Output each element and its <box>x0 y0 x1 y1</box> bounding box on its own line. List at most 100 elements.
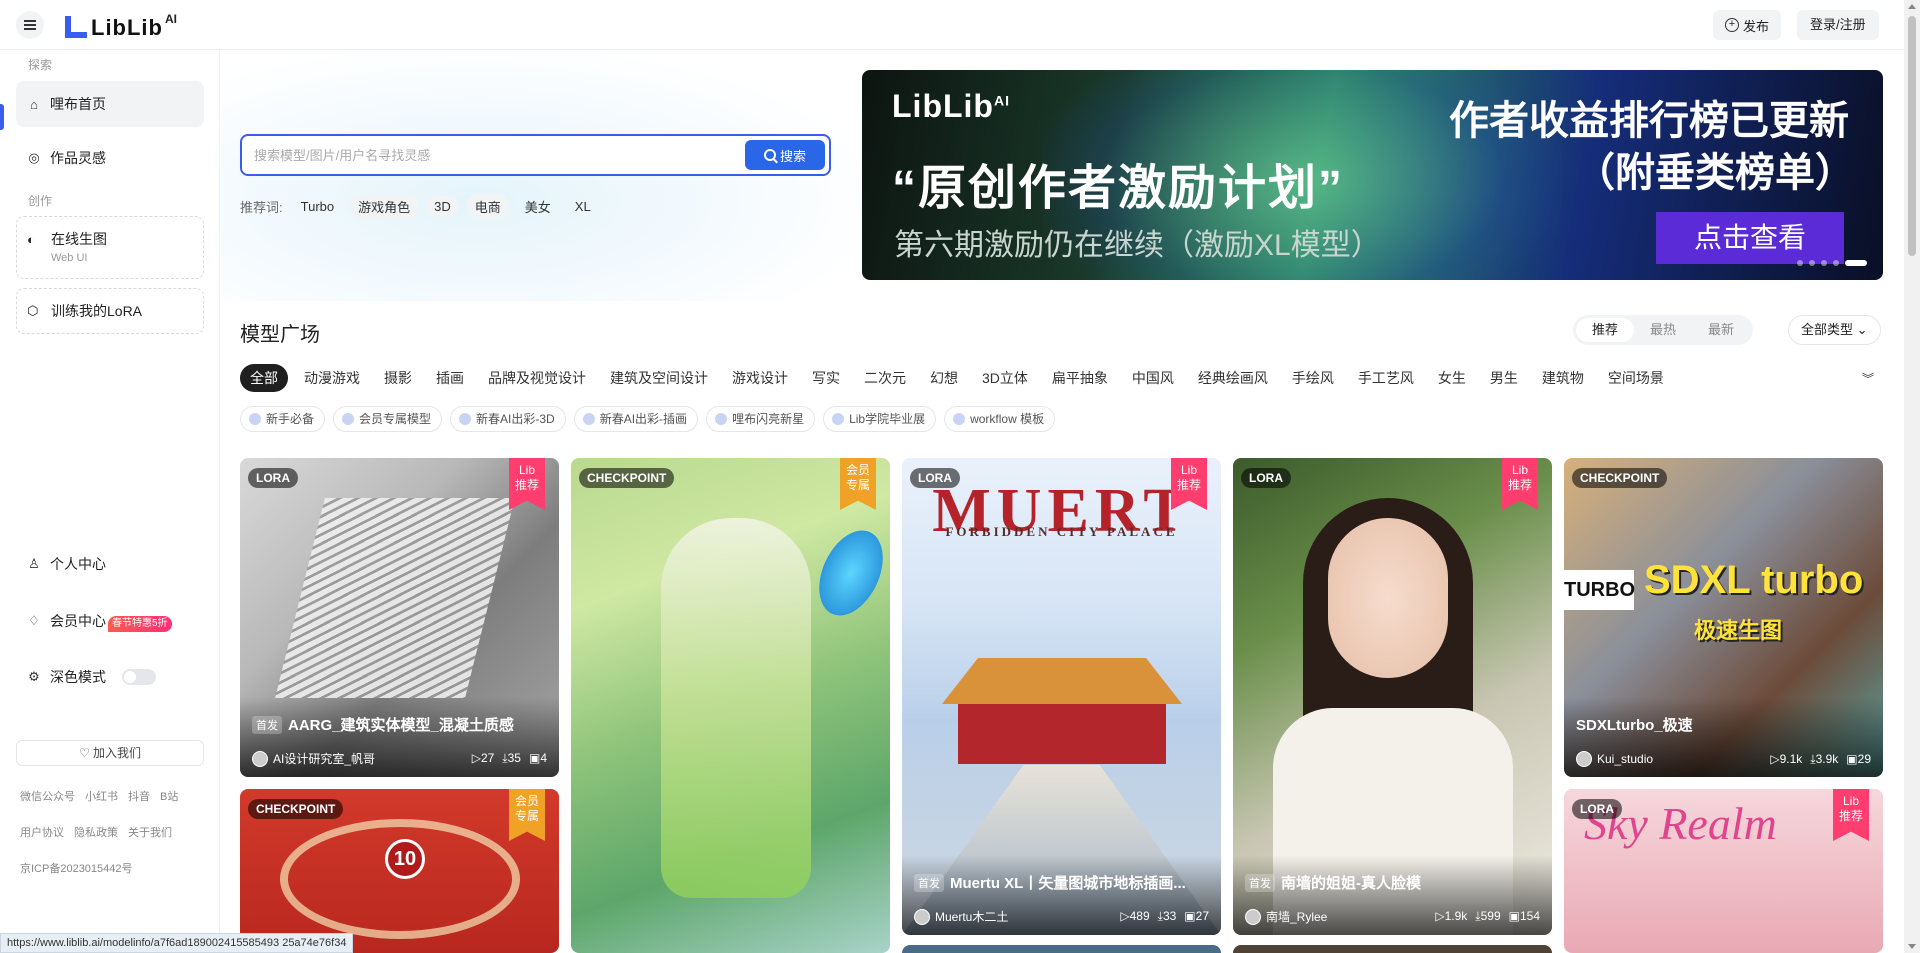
category-tab[interactable]: 男生 <box>1482 364 1526 392</box>
sidebar-item-home[interactable]: ⌂ 哩布首页 <box>16 81 204 127</box>
banner-dot[interactable] <box>1797 260 1803 266</box>
gear-icon: ⚙ <box>28 669 40 684</box>
card-author[interactable]: Muertu木二土 <box>935 908 1120 925</box>
logo[interactable]: LibLib AI <box>63 12 177 40</box>
feature-tag[interactable]: 新手必备 <box>240 406 326 432</box>
search-input[interactable] <box>254 145 734 165</box>
model-card[interactable] <box>902 945 1221 953</box>
model-card[interactable]: Sky Realm LORA Lib 推荐 <box>1564 789 1883 953</box>
section-explore: 探索 <box>28 58 53 72</box>
feature-tag[interactable]: 新春AI出彩-插画 <box>573 406 699 432</box>
footer-link[interactable]: 用户协议 <box>20 824 64 840</box>
scroll-up-icon[interactable] <box>1908 4 1916 9</box>
category-tab[interactable]: 幻想 <box>922 364 966 392</box>
first-release-badge: 首发 <box>1245 873 1275 892</box>
category-tab[interactable]: 动漫游戏 <box>296 364 368 392</box>
category-tab[interactable]: 建筑物 <box>1534 364 1592 392</box>
icp-link[interactable]: 京ICP备2023015442号 <box>20 860 133 876</box>
sort-hot[interactable]: 最热 <box>1634 318 1692 342</box>
banner-dot[interactable] <box>1809 260 1815 266</box>
sidebar-item-online-gen[interactable]: ◐ 在线生图 Web UI <box>16 216 204 279</box>
scroll-down-icon[interactable] <box>1908 944 1916 949</box>
model-card[interactable] <box>1233 945 1552 953</box>
model-card[interactable]: 10 CHECKPOINT 会员 专属 <box>240 789 559 953</box>
sidebar-item-profile[interactable]: ♙ 个人中心 <box>16 541 204 587</box>
banner-dot[interactable] <box>1821 260 1827 266</box>
footer-link[interactable]: B站 <box>160 788 178 804</box>
model-card[interactable]: MUERT FORBIDDEN CITY PALACE LORA Lib 推荐 … <box>902 458 1221 935</box>
scrollbar-thumb[interactable] <box>1908 16 1916 256</box>
sidebar-item-train-lora[interactable]: ⬡ 训练我的LoRA <box>16 288 204 334</box>
recommend-tag[interactable]: XL <box>567 196 599 217</box>
category-tab[interactable]: 中国风 <box>1124 364 1182 392</box>
card-author[interactable]: 南墙_Rylee <box>1266 908 1435 925</box>
recommend-tag[interactable]: 美女 <box>517 194 559 219</box>
category-tab[interactable]: 全部 <box>240 364 288 392</box>
sidebar-item-dark-mode: ⚙ 深色模式 <box>16 654 204 700</box>
feature-tag[interactable]: 新春AI出彩-3D <box>450 406 566 432</box>
promo-banner[interactable]: LibLibAI “原创作者激励计划” 第六期激励仍在继续（激励XL模型） 作者… <box>862 70 1883 280</box>
scrollbar[interactable] <box>1904 0 1920 953</box>
search-button[interactable]: 搜索 <box>745 140 825 170</box>
sidebar-item-inspiration[interactable]: ◎ 作品灵感 <box>16 135 204 181</box>
dark-mode-toggle[interactable] <box>122 669 156 685</box>
category-tab[interactable]: 建筑及空间设计 <box>602 364 716 392</box>
footer-link[interactable]: 抖音 <box>128 788 150 804</box>
model-card[interactable]: CHECKPOINT 会员 专属 <box>571 458 890 953</box>
footer-link[interactable]: 关于我们 <box>128 824 172 840</box>
avatar[interactable] <box>252 750 268 767</box>
footer-link[interactable]: 微信公众号 <box>20 788 75 804</box>
expand-categories-icon[interactable]: ︾ <box>1862 370 1874 387</box>
model-card[interactable]: TURBO SDXL turbo 极速生图 CHECKPOINT SDXLtur… <box>1564 458 1883 777</box>
category-tab[interactable]: 二次元 <box>856 364 914 392</box>
publish-button[interactable]: + 发布 <box>1713 10 1782 40</box>
category-tab[interactable]: 摄影 <box>376 364 420 392</box>
menu-icon[interactable] <box>16 11 44 39</box>
cube-icon: ⬡ <box>27 303 39 318</box>
avatar[interactable] <box>1576 751 1592 767</box>
type-select[interactable]: 全部类型 ⌄ <box>1788 315 1881 345</box>
category-tab[interactable]: 品牌及视觉设计 <box>480 364 594 392</box>
banner-cta-button[interactable]: 点击查看 <box>1656 212 1844 264</box>
recommend-tag[interactable]: 电商 <box>466 194 509 219</box>
category-tab[interactable]: 空间场景 <box>1600 364 1672 392</box>
avatar[interactable] <box>1245 908 1261 925</box>
banner-logo: LibLibAI <box>892 88 1010 125</box>
palette-icon: ◐ <box>27 231 35 247</box>
footer-link[interactable]: 小红书 <box>85 788 118 804</box>
feature-tag[interactable]: 哩布闪亮新星 <box>706 406 816 432</box>
banner-dot-active[interactable] <box>1845 260 1867 266</box>
category-tab[interactable]: 经典绘画风 <box>1190 364 1276 392</box>
category-tab[interactable]: 扁平抽象 <box>1044 364 1116 392</box>
logo-text: LibLib <box>91 15 163 40</box>
model-card[interactable]: LORA Lib 推荐 首发 南墙的姐姐-真人脸模 南墙_Rylee ▷1.9k … <box>1233 458 1552 935</box>
category-tab[interactable]: 写实 <box>804 364 848 392</box>
recommend-tag[interactable]: Turbo <box>293 196 342 217</box>
logo-ai: AI <box>164 12 177 26</box>
card-author[interactable]: AI设计研究室_帆哥 <box>273 750 472 767</box>
category-tab[interactable]: 插画 <box>428 364 472 392</box>
card-art-subtitle: FORBIDDEN CITY PALACE <box>945 524 1178 539</box>
card-artwork <box>958 704 1166 764</box>
recommend-tag[interactable]: 3D <box>426 196 459 217</box>
category-tab[interactable]: 游戏设计 <box>724 364 796 392</box>
sort-new[interactable]: 最新 <box>1692 318 1750 342</box>
sidebar-item-vip[interactable]: ♢ 会员中心 <box>16 598 204 644</box>
feature-tags: 新手必备 会员专属模型 新春AI出彩-3D 新春AI出彩-插画 哩布闪亮新星 L… <box>240 406 1056 432</box>
avatar[interactable] <box>914 908 930 925</box>
category-tab[interactable]: 3D立体 <box>974 364 1036 392</box>
feature-tag[interactable]: workflow 模板 <box>944 406 1056 432</box>
banner-dot[interactable] <box>1833 260 1839 266</box>
feature-tag[interactable]: Lib学院毕业展 <box>823 406 937 432</box>
login-button[interactable]: 登录/注册 <box>1797 10 1879 40</box>
feature-tag[interactable]: 会员专属模型 <box>333 406 443 432</box>
category-tab[interactable]: 女生 <box>1430 364 1474 392</box>
card-author[interactable]: Kui_studio <box>1597 752 1770 766</box>
join-us-button[interactable]: ♡ 加入我们 <box>16 740 204 766</box>
category-tab[interactable]: 手工艺风 <box>1350 364 1422 392</box>
recommend-tag[interactable]: 游戏角色 <box>350 194 419 219</box>
footer-link[interactable]: 隐私政策 <box>74 824 118 840</box>
sort-recommend[interactable]: 推荐 <box>1576 318 1635 342</box>
model-card[interactable]: LORA Lib 推荐 首发 AARG_建筑实体模型_混凝土质感 AI设计研究室_… <box>240 458 559 777</box>
category-tab[interactable]: 手绘风 <box>1284 364 1342 392</box>
